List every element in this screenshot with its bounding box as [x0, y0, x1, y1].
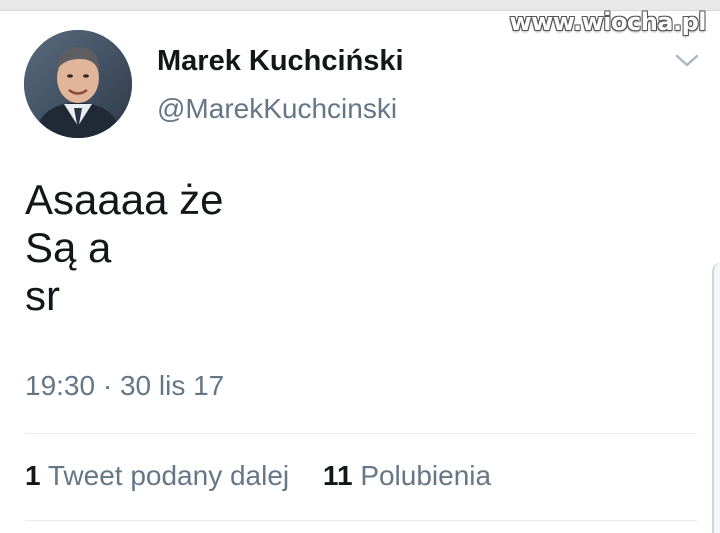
tweet-text-line: sr [25, 272, 60, 319]
display-name[interactable]: Marek Kuchciński [157, 45, 404, 78]
tweet-text: Asaaaa że Są a sr [25, 176, 223, 320]
divider [25, 520, 697, 521]
likes-count: 11 [322, 460, 353, 491]
divider [25, 433, 697, 434]
likes-stat[interactable]: 11 Polubienia [323, 460, 491, 492]
avatar[interactable] [24, 30, 132, 138]
profile-photo-icon [24, 30, 132, 138]
chevron-down-icon[interactable] [674, 52, 700, 70]
tweet-text-line: Asaaaa że [25, 176, 224, 223]
retweets-stat[interactable]: 1 Tweet podany dalej [25, 460, 289, 492]
tweet-stats: 1 Tweet podany dalej 11 Polubienia [25, 460, 491, 492]
scrollbar[interactable] [712, 262, 720, 533]
watermark: www.wiocha.pl [509, 8, 706, 36]
retweets-count: 1 [25, 460, 41, 491]
retweets-label: Tweet podany dalej [47, 460, 290, 491]
user-handle[interactable]: @MarekKuchcinski [157, 93, 397, 125]
tweet-text-line: Są a [25, 224, 112, 271]
tweet-timestamp[interactable]: 19:30 · 30 lis 17 [25, 370, 224, 402]
likes-label: Polubienia [360, 460, 492, 491]
